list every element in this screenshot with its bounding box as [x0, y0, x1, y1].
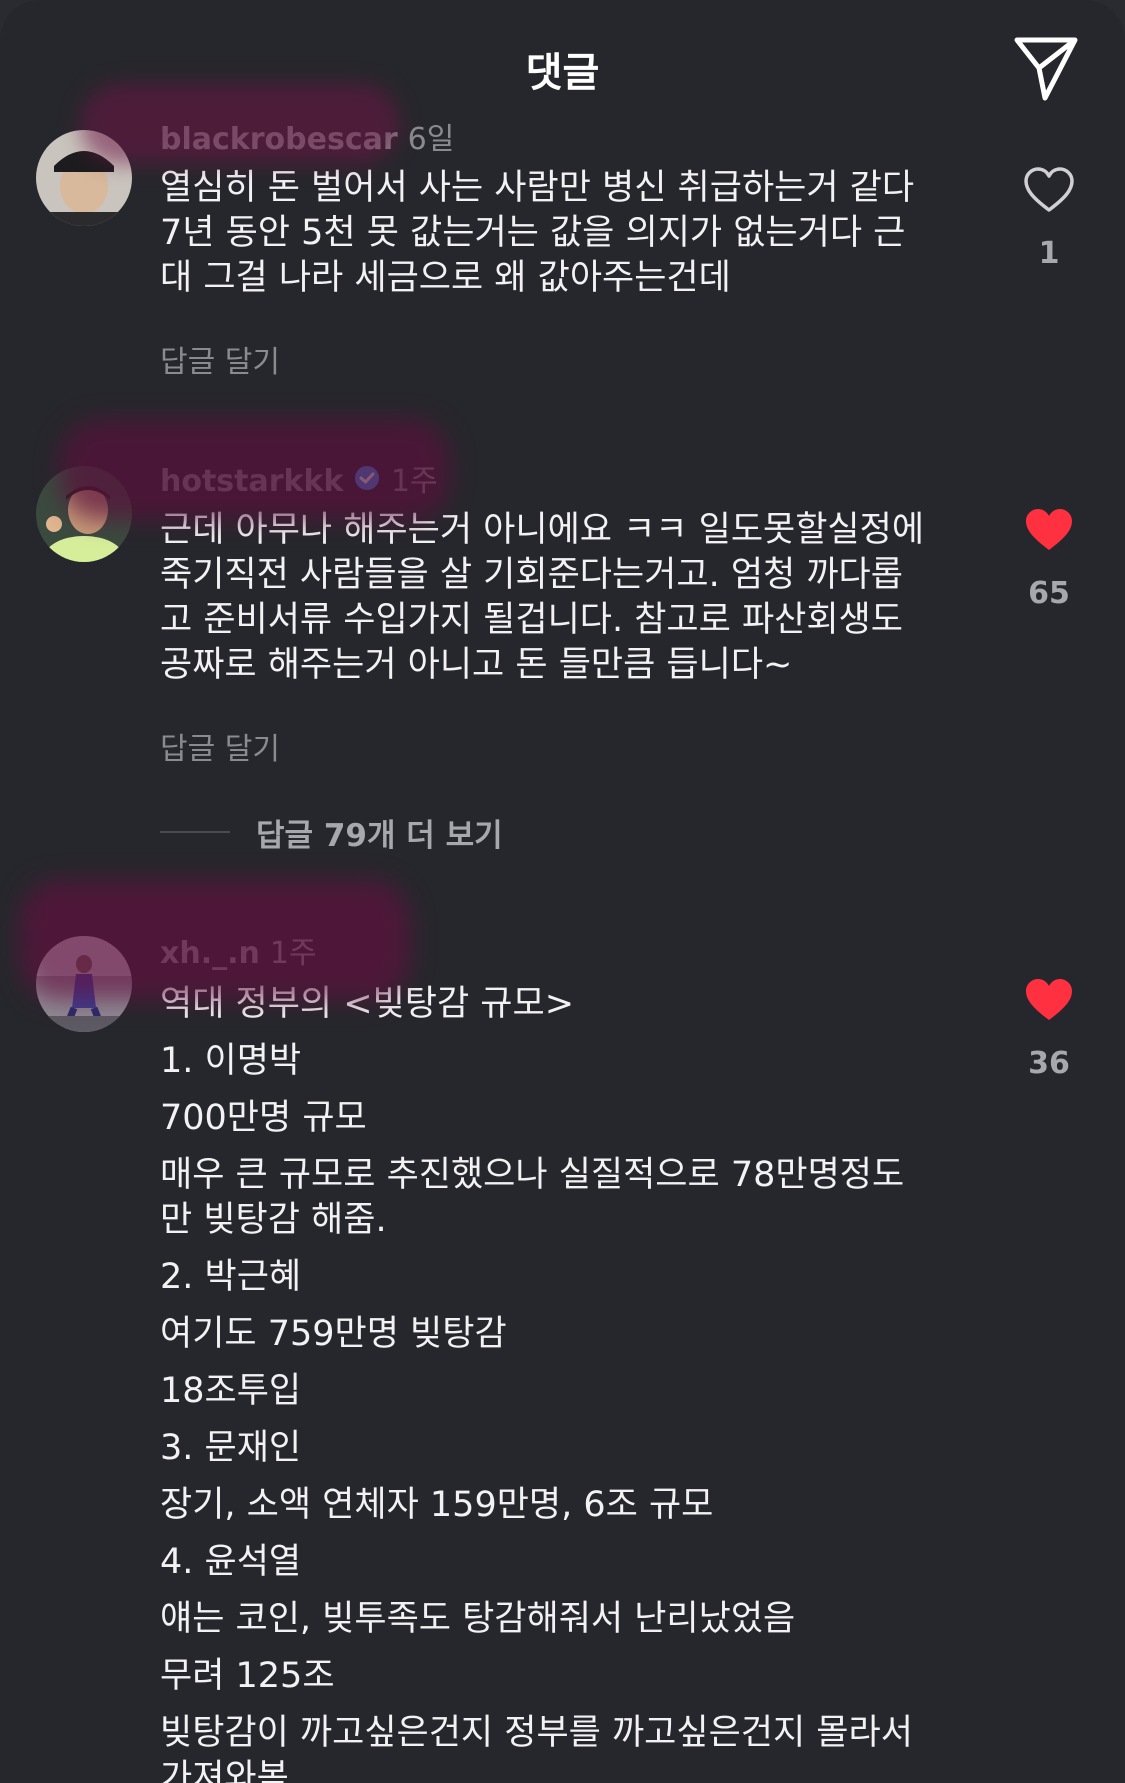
verified-badge-icon: [353, 463, 381, 503]
comment-line: 700만명 규모: [160, 1098, 367, 1138]
view-more-replies-label: 답글 79개 더 보기: [256, 817, 503, 854]
send-icon[interactable]: [1011, 32, 1081, 102]
username[interactable]: hotstarkkk: [160, 464, 343, 499]
comment-line: 2. 박근혜: [160, 1257, 302, 1297]
like-count: 65: [1028, 576, 1070, 611]
comment-meta: hotstarkkk 1주: [160, 462, 960, 502]
comment-line: 3. 문재인: [160, 1428, 302, 1468]
comment-meta: blackrobescar 6일: [160, 120, 960, 160]
avatar[interactable]: [36, 466, 132, 562]
heart-filled-icon[interactable]: [1023, 976, 1075, 1024]
like-control: 1: [1009, 166, 1089, 271]
comment-text: 근데 아무나 해주는거 아니에요 ㅋㅋ 일도못할실정에 죽기직전 사람들을 살 …: [160, 510, 925, 685]
comment-text: 열심히 돈 벌어서 사는 사람만 병신 취급하는거 같다 7년 동안 5천 못 …: [160, 168, 915, 298]
comment-line: 무려 125조: [160, 1656, 335, 1696]
comment-meta: xh._.n 1주: [160, 934, 960, 974]
like-control: 36: [1009, 976, 1089, 1081]
comment-line: 얘는 코인, 빚투족도 탕감해줘서 난리났었음: [160, 1599, 796, 1639]
comment-line: 역대 정부의 <빚탕감 규모>: [160, 984, 575, 1024]
avatar[interactable]: [36, 936, 132, 1032]
comment-line: 여기도 759만명 빚탕감: [160, 1314, 507, 1354]
comment-line: 매우 큰 규모로 추진했으나 실질적으로 78만명정도 만 빚탕감 해줌.: [160, 1155, 905, 1240]
comments-header: 댓글: [0, 0, 1125, 130]
username[interactable]: xh._.n: [160, 936, 260, 971]
comments-sheet: 댓글 blackrobescar 6일 열심히 돈 벌어서 사는 사람만 병신 취…: [0, 0, 1125, 1783]
comment-line: 18조투입: [160, 1371, 302, 1411]
comment-body: xh._.n 1주 역대 정부의 <빚탕감 규모> 1. 이명박 700만명 규모매우…: [160, 934, 960, 1783]
avatar[interactable]: [36, 130, 132, 226]
timestamp: 1주: [269, 936, 317, 971]
comment-text: 역대 정부의 <빚탕감 규모> 1. 이명박 700만명 규모매우 큰 규모로 추진…: [160, 982, 960, 1783]
heart-filled-icon[interactable]: [1023, 506, 1075, 554]
like-count: 36: [1028, 1046, 1070, 1081]
timestamp: 1주: [390, 464, 438, 499]
like-control: 65: [1009, 506, 1089, 611]
like-count: 1: [1038, 236, 1060, 271]
comment-line: 빚탕감이 까고싶은건지 정부를 까고싶은건지 몰라서 가져와봄: [160, 1713, 913, 1783]
comment-line: 장기, 소액 연체자 159만명, 6조 규모: [160, 1485, 714, 1525]
comment-line: 1. 이명박: [160, 1041, 302, 1081]
comment-body: hotstarkkk 1주 근데 아무나 해주는거 아니에요 ㅋㅋ 일도못할실정…: [160, 462, 960, 768]
reply-button[interactable]: 답글 달기: [160, 337, 960, 381]
comment-line: 4. 윤석열: [160, 1542, 302, 1582]
page-title: 댓글: [525, 50, 600, 96]
heart-outline-icon[interactable]: [1023, 166, 1075, 214]
username[interactable]: blackrobescar: [160, 122, 398, 157]
view-more-replies-button[interactable]: 답글 79개 더 보기: [160, 812, 503, 854]
comment-body: blackrobescar 6일 열심히 돈 벌어서 사는 사람만 병신 취급하는…: [160, 120, 960, 381]
divider: [160, 831, 230, 833]
timestamp: 6일: [407, 122, 455, 157]
reply-button[interactable]: 답글 달기: [160, 724, 960, 768]
